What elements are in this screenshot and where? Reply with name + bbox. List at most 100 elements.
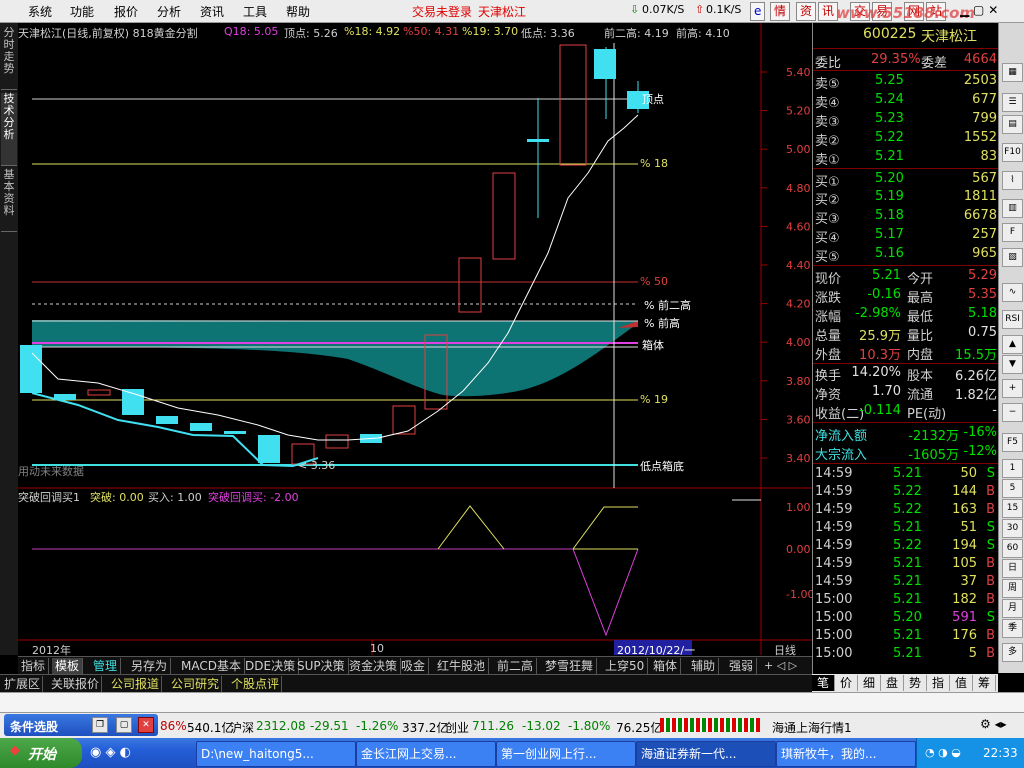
tool-ma-icon[interactable]: ∿ bbox=[1002, 283, 1023, 302]
period-multi[interactable]: 多 bbox=[1002, 643, 1023, 662]
period-week[interactable]: 周 bbox=[1002, 579, 1023, 598]
menu-tools[interactable]: 工具 bbox=[243, 3, 267, 20]
menu-help[interactable]: 帮助 bbox=[286, 3, 310, 20]
quicklaunch-icons[interactable]: ◉ ◈ ◐ bbox=[90, 745, 131, 760]
tab-scroll-controls[interactable]: + ◁ ▷ bbox=[764, 659, 797, 672]
indicator-tab[interactable]: 另存为 bbox=[128, 658, 172, 674]
task-diyichuangye[interactable]: 第一创业网上行... bbox=[496, 741, 636, 767]
kline-chart[interactable]: 5.40 5.20 5.00 4.80 4.60 4.40 4.20 4.00 3.80 3.60… bbox=[18, 23, 812, 657]
tool-kline-icon[interactable]: ▥ bbox=[1002, 199, 1023, 218]
period-quarter[interactable]: 季 bbox=[1002, 619, 1023, 638]
quote-tab[interactable]: 细 bbox=[858, 675, 881, 691]
indicator-tab[interactable]: 辅助 bbox=[688, 658, 720, 674]
sell-level-1[interactable]: 卖⑤ 5.25 2503 bbox=[813, 72, 999, 92]
period-60min[interactable]: 60 bbox=[1002, 539, 1023, 558]
tool-up-icon[interactable]: ▲ bbox=[1002, 335, 1023, 354]
buy-level-5[interactable]: 买⑤ 5.16 965 bbox=[813, 245, 999, 265]
indicator-tab[interactable]: 前二高 bbox=[494, 658, 538, 674]
extension-tab[interactable]: 扩展区 bbox=[2, 676, 44, 692]
indicator-tab[interactable]: 管理 bbox=[90, 658, 122, 674]
condition-select-panel[interactable]: 条件选股 ❐ ▢ ✕ bbox=[4, 714, 158, 736]
indicator-tab[interactable]: DDE决策 bbox=[242, 658, 300, 674]
indicator-title[interactable]: 突破回调买1 bbox=[18, 489, 80, 505]
tool-stats-icon[interactable]: ▧ bbox=[1002, 248, 1023, 267]
quote-tab[interactable]: 指 bbox=[927, 675, 950, 691]
tab-intraday[interactable]: 分时走势 bbox=[1, 27, 17, 90]
indicator-tab[interactable]: 红牛股池 bbox=[434, 658, 490, 674]
tab-technical[interactable]: 技术分析 bbox=[1, 93, 17, 166]
sell-level-5[interactable]: 卖① 5.21 83 bbox=[813, 148, 999, 168]
login-notice[interactable]: 交易未登录 bbox=[412, 3, 472, 20]
quote-tab[interactable]: 筹 bbox=[973, 675, 996, 691]
tool-fiz-icon[interactable]: F bbox=[1002, 223, 1023, 242]
window-controls[interactable]: ▁ ▢ ✕ bbox=[960, 3, 998, 17]
restore-icon[interactable]: ❐ bbox=[92, 717, 108, 733]
sell-level-3[interactable]: 卖③ 5.23 799 bbox=[813, 110, 999, 130]
index-bar-icons[interactable]: ⚙ ◂▸ bbox=[980, 717, 1007, 731]
period-1min[interactable]: 1 bbox=[1002, 459, 1023, 478]
indicator-tab[interactable]: SUP决策 bbox=[294, 658, 349, 674]
tool-f5[interactable]: F5 bbox=[1002, 433, 1023, 452]
sell-level-2[interactable]: 卖④ 5.24 677 bbox=[813, 91, 999, 111]
period-month[interactable]: 月 bbox=[1002, 599, 1023, 618]
extension-tab[interactable]: 个股点评 bbox=[229, 676, 283, 692]
toolbar-btn-xun[interactable]: 讯 bbox=[818, 2, 839, 21]
indicator-tab[interactable]: 资金决策 bbox=[346, 658, 402, 674]
index-sz-label[interactable]: 沪深 bbox=[230, 719, 254, 736]
menu-analysis[interactable]: 分析 bbox=[157, 3, 181, 20]
tab-fundamentals[interactable]: 基本资料 bbox=[1, 169, 17, 232]
extension-tab[interactable]: 公司报道 bbox=[109, 676, 163, 692]
menu-system[interactable]: 系统 bbox=[28, 3, 52, 20]
buy-level-4[interactable]: 买④ 5.17 257 bbox=[813, 226, 999, 246]
quote-tab[interactable]: 势 bbox=[904, 675, 927, 691]
menu-function[interactable]: 功能 bbox=[70, 3, 94, 20]
maximize-icon[interactable]: ▢ bbox=[116, 717, 132, 733]
tool-zoom-in-icon[interactable]: + bbox=[1002, 379, 1023, 398]
tool-grid-icon[interactable]: ▦ bbox=[1002, 63, 1023, 82]
start-button[interactable]: ◆ 开始 bbox=[0, 738, 82, 768]
task-qixin[interactable]: 琪新牧牛，我的... bbox=[776, 741, 916, 767]
period-15min[interactable]: 15 bbox=[1002, 499, 1023, 518]
quote-tab[interactable]: 值 bbox=[950, 675, 973, 691]
indicator-tab[interactable]: MACD基本 bbox=[178, 658, 245, 674]
indicator-tab[interactable]: 上穿50 bbox=[602, 658, 649, 674]
tool-zoom-out-icon[interactable]: − bbox=[1002, 403, 1023, 422]
indicator-tab[interactable]: 指标 bbox=[18, 658, 50, 674]
buy-level-1[interactable]: 买① 5.20 567 bbox=[813, 170, 999, 190]
indicator-tab[interactable]: 吸金 bbox=[398, 658, 430, 674]
task-jinchangjiang[interactable]: 金长江网上交易... bbox=[356, 741, 496, 767]
buy-level-2[interactable]: 买② 5.19 1811 bbox=[813, 188, 999, 208]
tool-line-icon[interactable]: ⌇ bbox=[1002, 171, 1023, 190]
indicator-tab[interactable]: 强弱 bbox=[726, 658, 758, 674]
tool-chart-icon[interactable]: ▤ bbox=[1002, 115, 1023, 134]
menu-quote[interactable]: 报价 bbox=[114, 3, 138, 20]
extension-tab[interactable]: 关联报价 bbox=[49, 676, 103, 692]
tool-rsi[interactable]: RSI bbox=[1002, 310, 1023, 329]
quote-tab[interactable]: 价 bbox=[835, 675, 858, 691]
task-haitong-folder[interactable]: D:\new_haitong5... bbox=[196, 741, 356, 767]
tool-list-icon[interactable]: ☰ bbox=[1002, 93, 1023, 112]
tool-f10[interactable]: F10 bbox=[1002, 143, 1023, 162]
close-icon[interactable]: ✕ bbox=[138, 717, 154, 733]
period-5min[interactable]: 5 bbox=[1002, 479, 1023, 498]
buy-level-3[interactable]: 买③ 5.18 6678 bbox=[813, 207, 999, 227]
indicator-tab[interactable]: 模板 bbox=[52, 658, 84, 674]
tool-down-icon[interactable]: ▼ bbox=[1002, 355, 1023, 374]
period-30min[interactable]: 30 bbox=[1002, 519, 1023, 538]
extension-tab[interactable]: 公司研究 bbox=[169, 676, 223, 692]
index-cy-label[interactable]: 创业 bbox=[445, 719, 469, 736]
menu-news[interactable]: 资讯 bbox=[200, 3, 224, 20]
toolbar-btn-zi[interactable]: 资 bbox=[796, 2, 817, 21]
market-server-label[interactable]: 海通上海行情1 bbox=[772, 719, 852, 736]
tray-icons[interactable]: ◔ ◑ ◒ bbox=[925, 746, 961, 759]
sell-level-4[interactable]: 卖② 5.22 1552 bbox=[813, 129, 999, 149]
indicator-tab[interactable]: 箱体 bbox=[650, 658, 682, 674]
indicator-tab[interactable]: 梦雪狂舞 bbox=[542, 658, 598, 674]
toolbar-btn-qing[interactable]: 情 bbox=[770, 2, 791, 21]
ie-icon[interactable]: e bbox=[750, 2, 766, 21]
task-haitong-active[interactable]: 海通证券新一代... bbox=[636, 741, 776, 767]
quote-tab[interactable]: 盘 bbox=[881, 675, 904, 691]
chart-canvas[interactable]: 5.40 5.20 5.00 4.80 4.60 4.40 4.20 4.00 3.80 3.60… bbox=[18, 23, 812, 655]
period-day[interactable]: 日 bbox=[1002, 559, 1023, 578]
quote-tab[interactable]: 笔 bbox=[812, 675, 835, 691]
